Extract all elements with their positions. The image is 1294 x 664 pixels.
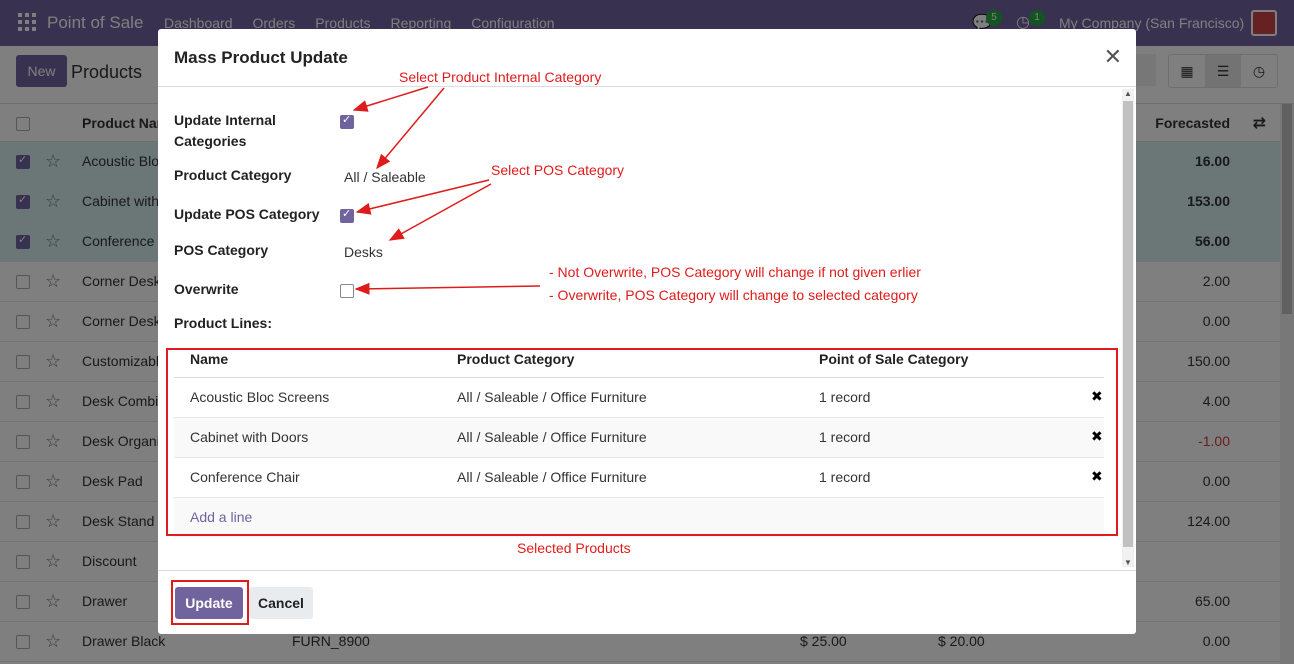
update-pos-category-checkbox[interactable] [340, 207, 354, 223]
product-category-label: Product Category [174, 167, 292, 183]
modal-footer: Update Cancel [158, 570, 1136, 634]
mass-product-update-dialog: Mass Product Update ✕ Update Internal Ca… [158, 29, 1136, 634]
annotation-pos-category: Select POS Category [491, 162, 625, 178]
overwrite-checkbox[interactable] [340, 284, 354, 298]
modal-title: Mass Product Update [174, 48, 348, 67]
cancel-button[interactable]: Cancel [249, 587, 313, 619]
overwrite-label: Overwrite [174, 281, 239, 297]
modal-header: Mass Product Update ✕ [158, 29, 1136, 87]
pos-category-label: POS Category [174, 242, 269, 258]
modal-scrollbar[interactable]: ▲ ▼ [1122, 89, 1134, 567]
selected-products-highlight [166, 348, 1118, 536]
pos-category-field[interactable]: Desks [344, 244, 383, 260]
update-internal-categories-checkbox[interactable] [340, 113, 354, 129]
annotation-internal-category: Select Product Internal Category [399, 69, 602, 85]
product-category-field[interactable]: All / Saleable [344, 169, 426, 185]
update-pos-category-label: Update POS Category [174, 206, 320, 222]
annotation-selected-products: Selected Products [517, 540, 631, 556]
close-icon[interactable]: ✕ [1104, 44, 1122, 70]
update-internal-categories-label: Update Internal Categories [174, 112, 276, 149]
annotation-not-overwrite: - Not Overwrite, POS Category will chang… [549, 264, 921, 280]
product-lines-label: Product Lines: [174, 315, 273, 331]
update-button-highlight [171, 580, 249, 625]
modal-body: Update Internal Categories Product Categ… [158, 87, 1136, 570]
annotation-overwrite: - Overwrite, POS Category will change to… [549, 287, 918, 303]
